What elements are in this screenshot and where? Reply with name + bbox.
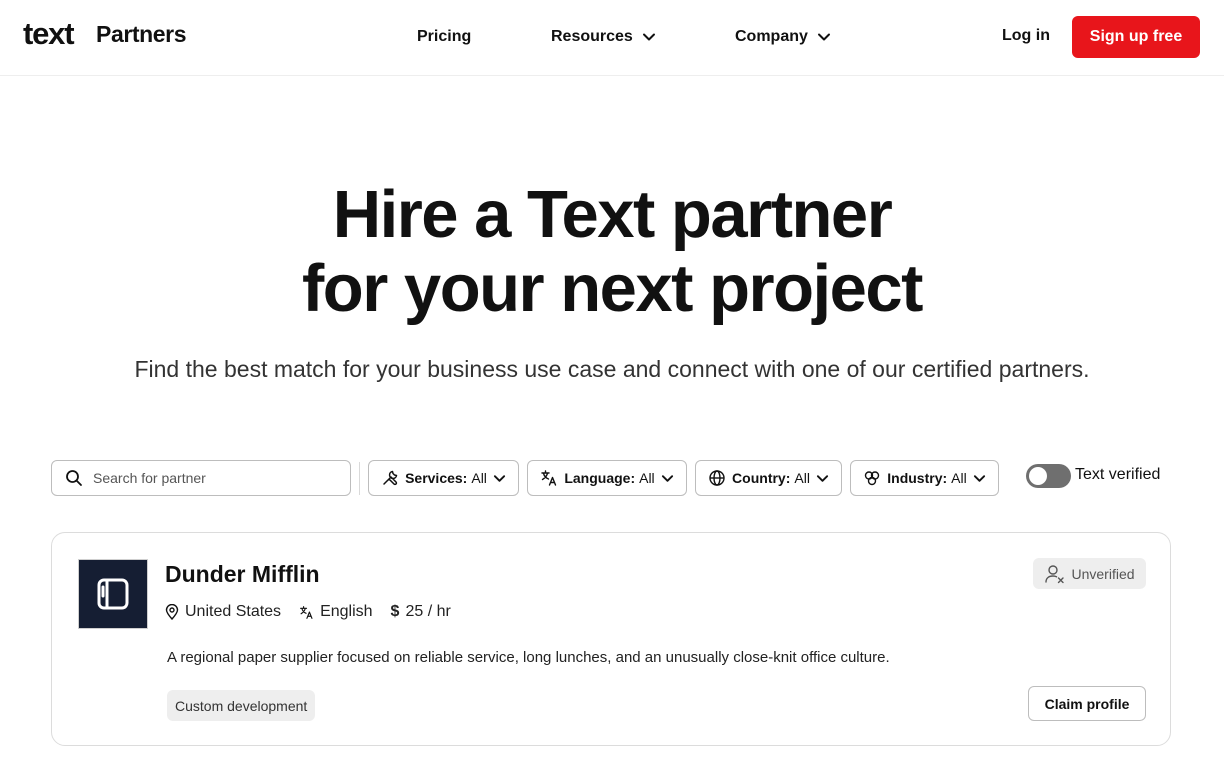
language-filter[interactable]: Language: All (527, 460, 687, 496)
translate-icon (541, 470, 557, 486)
nav-resources-label: Resources (551, 28, 633, 45)
chevron-down-icon (493, 474, 505, 482)
status-badge-text: Unverified (1071, 565, 1135, 582)
hero-title-line-2: for your next project (302, 251, 923, 326)
country-filter-value: All (794, 470, 810, 486)
translate-icon (300, 605, 313, 619)
services-filter[interactable]: Services: All (368, 460, 519, 496)
header: text Partners Pricing Resources Company … (0, 0, 1224, 76)
partner-avatar (78, 559, 148, 629)
search-box[interactable] (51, 460, 351, 496)
partner-tag: Custom development (167, 690, 316, 721)
language-filter-label: Language: (564, 470, 636, 486)
nav-pricing[interactable]: Pricing (417, 28, 471, 46)
chevron-down-icon (973, 474, 985, 482)
text-verified-label: Text verified (1075, 466, 1161, 483)
claim-profile-button[interactable]: Claim profile (1028, 686, 1146, 721)
location-pin-icon (165, 604, 179, 620)
partner-language-text: English (320, 603, 373, 620)
tools-icon (383, 470, 398, 486)
signup-button[interactable]: Sign up free (1072, 16, 1200, 58)
logo[interactable]: text (23, 16, 75, 52)
login-link[interactable]: Log in (1002, 27, 1050, 45)
globe-icon (709, 470, 725, 486)
industry-filter-label: Industry: (887, 470, 948, 486)
partner-meta: United States English $ 25 / hr (165, 603, 469, 621)
services-filter-value: All (471, 470, 487, 486)
partner-card[interactable]: Dunder Mifflin United States English $ 2… (51, 532, 1171, 746)
partner-language: English (299, 603, 373, 621)
chevron-down-icon (642, 33, 655, 41)
nav-company[interactable]: Company (735, 28, 831, 46)
text-verified-toggle[interactable] (1026, 464, 1071, 488)
country-filter-label: Country: (732, 470, 791, 486)
book-logo-icon (97, 578, 129, 610)
industry-icon (865, 471, 880, 486)
hero-title: Hire a Text partner for your next projec… (0, 178, 1224, 326)
toggle-knob (1029, 467, 1047, 485)
chevron-down-icon (661, 474, 673, 482)
chevron-down-icon (816, 474, 829, 482)
nav-resources[interactable]: Resources (551, 28, 656, 46)
industry-filter[interactable]: Industry: All (850, 460, 999, 496)
partner-country-text: United States (185, 603, 282, 620)
dollar-icon: $ (390, 603, 400, 620)
chevron-down-icon (817, 33, 830, 41)
partner-rate-text: 25 / hr (405, 603, 451, 620)
user-x-icon (1045, 564, 1065, 583)
services-filter-label: Services: (405, 470, 468, 486)
nav-company-label: Company (735, 28, 808, 45)
partner-rate: $ 25 / hr (391, 603, 451, 621)
partner-country: United States (165, 603, 281, 621)
search-input[interactable] (93, 470, 333, 486)
status-badge: Unverified (1033, 558, 1146, 589)
industry-filter-value: All (951, 470, 967, 486)
country-filter[interactable]: Country: All (695, 460, 842, 496)
hero-subtitle: Find the best match for your business us… (134, 356, 1090, 382)
filter-divider (359, 462, 360, 495)
search-icon (66, 470, 82, 486)
logo-subtitle[interactable]: Partners (96, 21, 187, 48)
nav-pricing-label: Pricing (417, 28, 472, 45)
language-filter-value: All (639, 470, 655, 486)
partner-description: A regional paper supplier focused on rel… (167, 649, 890, 666)
partner-name[interactable]: Dunder Mifflin (165, 561, 320, 588)
hero-title-line-1: Hire a Text partner (332, 177, 893, 252)
